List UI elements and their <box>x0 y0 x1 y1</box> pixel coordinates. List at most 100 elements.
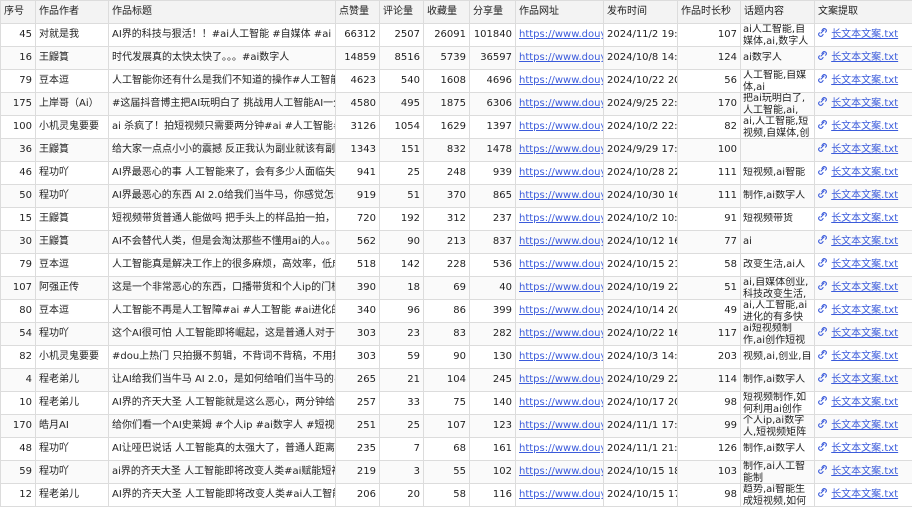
cell-duration[interactable]: 82 <box>677 115 741 139</box>
cell-shares[interactable]: 536 <box>469 253 516 277</box>
cell-url[interactable]: https://www.douyin <box>515 460 604 484</box>
cell-topic[interactable]: 趋势,ai智能生成短视频,如何 <box>740 483 815 507</box>
cell-file-link[interactable]: 长文本文案.txt <box>814 391 912 415</box>
cell-comments[interactable]: 1054 <box>379 115 424 139</box>
cell-file-link[interactable]: 长文本文案.txt <box>814 207 912 231</box>
cell-publish-time[interactable]: 2024/10/30 16:05 <box>603 184 678 208</box>
file-link-text[interactable]: 长文本文案.txt <box>831 351 898 362</box>
cell-title[interactable]: ai界的齐天大圣 人工智能即将改变人类#ai赋能短视 <box>108 460 336 484</box>
cell-title[interactable]: 人工智能你还有什么是我们不知道的操作#人工智能 <box>108 69 336 93</box>
cell-duration[interactable]: 58 <box>677 253 741 277</box>
column-header[interactable]: 作品网址 <box>515 0 604 24</box>
cell-author[interactable]: 上岸哥（Ai） <box>35 92 109 116</box>
cell-topic[interactable]: ai,人工智能,ai进化的有多快 <box>740 299 815 323</box>
cell-id[interactable]: 50 <box>0 184 36 208</box>
cell-title[interactable]: 给大家一点点小小的震撼 反正我认为副业就该有副业 <box>108 138 336 162</box>
cell-title[interactable]: 短视频带货普通人能做吗 把手头上的样品拍一拍，我 <box>108 207 336 231</box>
table-row[interactable]: 46 程功吖 AI界最恶心的事 人工智能来了，会有多少人面临失业 941 25 248 93… <box>0 161 912 185</box>
cell-title[interactable]: 人工智能不再是人工智障#ai #人工智能 #ai进化的有 <box>108 299 336 323</box>
cell-favorites[interactable]: 75 <box>423 391 470 415</box>
cell-file-link[interactable]: 长文本文案.txt <box>814 253 912 277</box>
cell-likes[interactable]: 265 <box>335 368 380 392</box>
cell-comments[interactable]: 3 <box>379 460 424 484</box>
cell-author[interactable]: 阿强正传 <box>35 276 109 300</box>
column-header[interactable]: 评论量 <box>379 0 424 24</box>
cell-publish-time[interactable]: 2024/10/15 18:24 <box>603 460 678 484</box>
cell-favorites[interactable]: 58 <box>423 483 470 507</box>
cell-title[interactable]: #dou上热门 只拍摄不剪辑，不背词不背稿，不用提词 <box>108 345 336 369</box>
cell-duration[interactable]: 170 <box>677 92 741 116</box>
cell-file-link[interactable]: 长文本文案.txt <box>814 345 912 369</box>
cell-file-link[interactable]: 长文本文案.txt <box>814 322 912 346</box>
cell-topic[interactable]: 把ai玩明白了,人工智能,ai, <box>740 92 815 116</box>
cell-duration[interactable]: 107 <box>677 23 741 47</box>
cell-url[interactable]: https://www.douyin <box>515 276 604 300</box>
cell-id[interactable]: 100 <box>0 115 36 139</box>
column-header[interactable]: 作品作者 <box>35 0 109 24</box>
column-header[interactable]: 文案提取 <box>814 0 912 24</box>
cell-author[interactable]: 豆本逗 <box>35 253 109 277</box>
cell-shares[interactable]: 1397 <box>469 115 516 139</box>
cell-favorites[interactable]: 86 <box>423 299 470 323</box>
cell-url[interactable]: https://www.douyin <box>515 161 604 185</box>
cell-likes[interactable]: 4623 <box>335 69 380 93</box>
cell-url[interactable]: https://www.douyin <box>515 322 604 346</box>
cell-shares[interactable]: 4696 <box>469 69 516 93</box>
table-row[interactable]: 15 王鼹篔 短视频带货普通人能做吗 把手头上的样品拍一拍，我 720 192 312 23… <box>0 207 912 231</box>
cell-likes[interactable]: 235 <box>335 437 380 461</box>
column-header[interactable]: 序号 <box>0 0 36 24</box>
cell-topic[interactable]: 短视频,ai智能 <box>740 161 815 185</box>
cell-file-link[interactable]: 长文本文案.txt <box>814 115 912 139</box>
cell-likes[interactable]: 941 <box>335 161 380 185</box>
cell-likes[interactable]: 340 <box>335 299 380 323</box>
cell-url[interactable]: https://www.douyin <box>515 23 604 47</box>
cell-comments[interactable]: 20 <box>379 483 424 507</box>
cell-title[interactable]: 让AI给我们当牛马 AI 2.0，是如何给咱们当牛马的# <box>108 368 336 392</box>
cell-likes[interactable]: 4580 <box>335 92 380 116</box>
cell-author[interactable]: 程老弟儿 <box>35 368 109 392</box>
cell-publish-time[interactable]: 2024/10/12 16:58 <box>603 230 678 254</box>
cell-title[interactable]: 这是一个非常恶心的东西，口播带货和个人ip的门槛 <box>108 276 336 300</box>
cell-url[interactable]: https://www.douyin <box>515 184 604 208</box>
cell-publish-time[interactable]: 2024/10/22 16:27 <box>603 322 678 346</box>
cell-author[interactable]: 王鼹篔 <box>35 46 109 70</box>
file-link-text[interactable]: 长文本文案.txt <box>831 75 898 86</box>
cell-likes[interactable]: 3126 <box>335 115 380 139</box>
cell-duration[interactable]: 114 <box>677 368 741 392</box>
file-link-text[interactable]: 长文本文案.txt <box>831 167 898 178</box>
cell-publish-time[interactable]: 2024/10/17 20:13 <box>603 391 678 415</box>
cell-url[interactable]: https://www.douyin <box>515 138 604 162</box>
cell-author[interactable]: 王鼹篔 <box>35 207 109 231</box>
cell-favorites[interactable]: 248 <box>423 161 470 185</box>
cell-likes[interactable]: 14859 <box>335 46 380 70</box>
cell-comments[interactable]: 90 <box>379 230 424 254</box>
cell-file-link[interactable]: 长文本文案.txt <box>814 368 912 392</box>
cell-title[interactable]: 这个AI很可怕 人工智能即将崛起，这是普通人对于自 <box>108 322 336 346</box>
cell-topic[interactable]: ai数字人 <box>740 46 815 70</box>
cell-title[interactable]: 给你们看一个AI史莱姆 #个人ip #ai数字人 #短视频 <box>108 414 336 438</box>
cell-topic[interactable]: 人工智能,自媒体,ai <box>740 69 815 93</box>
cell-comments[interactable]: 59 <box>379 345 424 369</box>
table-row[interactable]: 170 皓月AI 给你们看一个AI史莱姆 #个人ip #ai数字人 #短视频 251 2… <box>0 414 912 438</box>
cell-comments[interactable]: 142 <box>379 253 424 277</box>
cell-id[interactable]: 80 <box>0 299 36 323</box>
cell-topic[interactable] <box>740 138 815 162</box>
table-row[interactable]: 16 王鼹篔 时代发展真的太快太快了。。。#ai数字人 14859 8516 5739 36… <box>0 46 912 70</box>
cell-title[interactable]: AI让哑巴说话 人工智能真的太强大了，普通人距离真 <box>108 437 336 461</box>
cell-author[interactable]: 程老弟儿 <box>35 391 109 415</box>
cell-author[interactable]: 对就是我 <box>35 23 109 47</box>
cell-likes[interactable]: 518 <box>335 253 380 277</box>
cell-favorites[interactable]: 832 <box>423 138 470 162</box>
cell-publish-time[interactable]: 2024/10/2 22:15 <box>603 115 678 139</box>
cell-comments[interactable]: 21 <box>379 368 424 392</box>
cell-duration[interactable]: 99 <box>677 414 741 438</box>
cell-comments[interactable]: 495 <box>379 92 424 116</box>
cell-id[interactable]: 59 <box>0 460 36 484</box>
cell-topic[interactable]: 视频,ai,创业,自 <box>740 345 815 369</box>
cell-shares[interactable]: 116 <box>469 483 516 507</box>
cell-favorites[interactable]: 1629 <box>423 115 470 139</box>
cell-file-link[interactable]: 长文本文案.txt <box>814 414 912 438</box>
file-link-text[interactable]: 长文本文案.txt <box>831 29 898 40</box>
table-row[interactable]: 45 对就是我 AI界的科技与狠活！！#ai人工智能 #自媒体 #ai #数 6631… <box>0 23 912 47</box>
file-link-text[interactable]: 长文本文案.txt <box>831 121 898 132</box>
